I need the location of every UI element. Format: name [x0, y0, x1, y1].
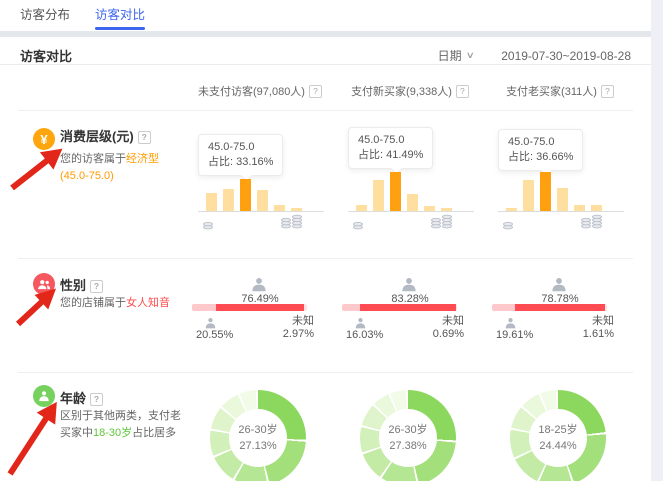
age-donut-chart: 26-30岁 27.13% [210, 390, 306, 481]
visitor-comparison-card: 访客对比 日期 ∨ 2019-07-30~2019-08-28 未支付访客(97… [0, 37, 651, 481]
high-spend-coins-icon [430, 212, 454, 234]
consumption-chart-new-buyers: 45.0-75.0 占比: 41.49% [340, 110, 480, 258]
unknown-percentage: 0.69% [418, 328, 464, 341]
gender-title-text: 性别 [60, 278, 86, 293]
tab-bar: 访客分布 访客对比 [0, 0, 651, 31]
help-icon[interactable]: ? [309, 85, 322, 98]
tooltip-range: 45.0-75.0 [508, 135, 573, 150]
gender-stacked-bar [492, 304, 607, 311]
age-donut-chart: 26-30岁 27.38% [360, 390, 456, 481]
donut-center-value: 27.38% [360, 440, 456, 452]
donut-hole [379, 409, 437, 467]
consumption-title: 消费层级(元)? [60, 126, 151, 145]
visitor-comparison-page: 访客分布 访客对比 访客对比 日期 ∨ 2019-07-30~2019-08-2… [0, 0, 663, 481]
column-header-new-buyers: 支付新买家(9,338人)? [340, 83, 480, 99]
column-header-label: 支付老买家(311人) [506, 86, 597, 98]
tooltip-range: 45.0-75.0 [358, 133, 423, 148]
gender-stacked-bar [192, 304, 307, 311]
age-title: 年龄? [60, 388, 103, 407]
tooltip-share: 占比: 36.66% [508, 150, 573, 165]
donut-hole [229, 409, 287, 467]
low-spend-coins-icon [502, 213, 514, 235]
subtitle-highlight: 女人知音 [126, 297, 170, 309]
date-range-value: 2019-07-30~2019-08-28 [501, 49, 631, 63]
age-chart-unpaid: 26-30岁 27.13% [190, 372, 330, 481]
consumption-title-text: 消费层级(元) [60, 129, 134, 144]
subtitle-prefix: 您的访客属于 [60, 153, 126, 165]
tooltip-share: 占比: 33.16% [208, 155, 273, 170]
gender-subtitle: 您的店铺属于女人知音 [60, 295, 186, 312]
x-axis [498, 211, 624, 212]
unknown-percentage: 1.61% [568, 328, 614, 341]
help-icon[interactable]: ? [90, 393, 103, 406]
tooltip-range: 45.0-75.0 [208, 140, 273, 155]
row-consumption-level: ¥ 消费层级(元)? 您的访客属于经济型(45.0-75.0) 45.0-75.… [0, 110, 651, 258]
unknown-block: 未知 1.61% [568, 315, 614, 341]
donut-center-label: 26-30岁 [210, 421, 306, 437]
bar-chart [506, 172, 602, 211]
date-filter[interactable]: 日期 ∨ 2019-07-30~2019-08-28 [438, 47, 631, 64]
page-title: 访客对比 [20, 46, 72, 65]
subtitle-prefix: 您的店铺属于 [60, 297, 126, 309]
chart-tooltip: 45.0-75.0 占比: 41.49% [348, 127, 433, 169]
high-spend-coins-icon [280, 212, 304, 234]
subtitle-suffix: 占比居多 [132, 427, 176, 439]
age-chart-new-buyers: 26-30岁 27.38% [340, 372, 480, 481]
consumption-chart-unpaid: 45.0-75.0 占比: 33.16% [190, 110, 330, 258]
gender-chart-unpaid: 76.49% 20.55% 未知 2.97% [190, 258, 330, 372]
header-divider [0, 64, 651, 65]
low-spend-coins-icon [352, 213, 364, 235]
help-icon[interactable]: ? [601, 85, 614, 98]
consumption-chart-returning-buyers: 45.0-75.0 占比: 36.66% [490, 110, 630, 258]
age-subtitle: 区别于其他两类，支付老买家中18-30岁占比居多 [60, 408, 186, 442]
date-filter-label: 日期 [438, 47, 462, 64]
unknown-block: 未知 0.69% [418, 315, 464, 341]
male-percentage: 16.03% [346, 329, 383, 341]
row-gender: 性别? 您的店铺属于女人知音 76.49% 20.55% 未知 2.97% [0, 258, 651, 372]
chart-tooltip: 45.0-75.0 占比: 36.66% [498, 129, 583, 171]
chart-tooltip: 45.0-75.0 占比: 33.16% [198, 134, 283, 176]
bar-chart [206, 179, 302, 211]
low-spend-coins-icon [202, 213, 214, 235]
donut-hole [529, 409, 587, 467]
unknown-block: 未知 2.97% [268, 315, 314, 341]
gender-chart-new-buyers: 83.28% 16.03% 未知 0.69% [340, 258, 480, 372]
tooltip-share: 占比: 41.49% [358, 148, 423, 163]
male-percentage: 19.61% [496, 329, 533, 341]
row-age: 年龄? 区别于其他两类，支付老买家中18-30岁占比居多 26-30岁 27.1… [0, 372, 651, 481]
age-chart-returning-buyers: 18-25岁 24.44% [490, 372, 630, 481]
column-header-label: 支付新买家(9,338人) [351, 86, 452, 98]
tab-visitor-comparison[interactable]: 访客对比 [95, 0, 145, 31]
unknown-label: 未知 [568, 315, 614, 328]
male-percentage: 20.55% [196, 329, 233, 341]
unknown-percentage: 2.97% [268, 328, 314, 341]
yuan-glyph: ¥ [40, 132, 47, 147]
donut-center-value: 24.44% [510, 440, 606, 452]
column-header-returning-buyers: 支付老买家(311人)? [490, 83, 630, 99]
high-spend-coins-icon [580, 212, 604, 234]
bar-chart [356, 172, 452, 211]
x-axis [348, 211, 474, 212]
help-icon[interactable]: ? [138, 131, 151, 144]
gender-stacked-bar [342, 304, 457, 311]
consumption-subtitle: 您的访客属于经济型(45.0-75.0) [60, 151, 186, 185]
tab-visitor-distribution[interactable]: 访客分布 [20, 0, 70, 31]
chevron-down-icon: ∨ [465, 50, 474, 61]
gender-chart-returning-buyers: 78.78% 19.61% 未知 1.61% [490, 258, 630, 372]
help-icon[interactable]: ? [456, 85, 469, 98]
donut-center-value: 27.13% [210, 440, 306, 452]
x-axis [198, 211, 324, 212]
donut-center-label: 18-25岁 [510, 421, 606, 437]
donut-center-label: 26-30岁 [360, 421, 456, 437]
gender-title: 性别? [60, 275, 103, 294]
column-header-label: 未支付访客(97,080人) [198, 86, 305, 98]
age-donut-chart: 18-25岁 24.44% [510, 390, 606, 481]
unknown-label: 未知 [418, 315, 464, 328]
subtitle-highlight: 18-30岁 [93, 427, 132, 439]
help-icon[interactable]: ? [90, 280, 103, 293]
age-title-text: 年龄 [60, 391, 86, 406]
unknown-label: 未知 [268, 315, 314, 328]
column-header-unpaid-visitors: 未支付访客(97,080人)? [190, 83, 330, 99]
